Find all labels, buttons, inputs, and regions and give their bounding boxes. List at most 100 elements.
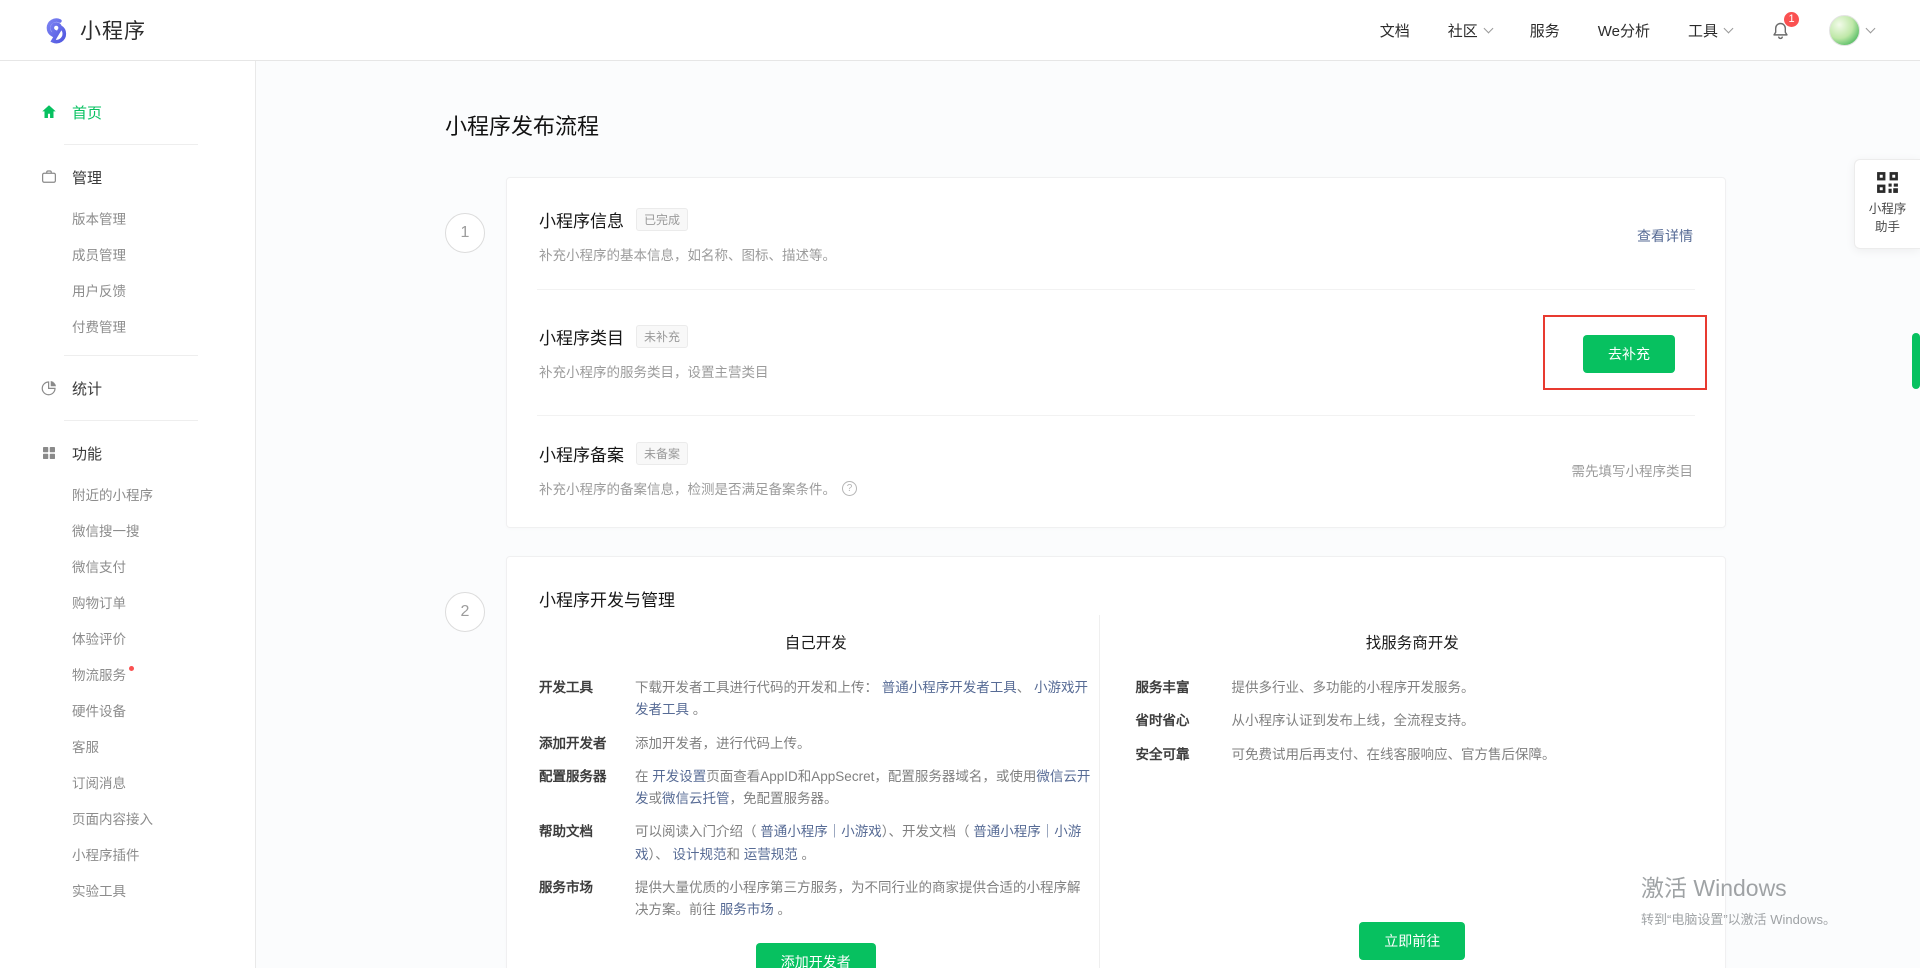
nav-service[interactable]: 服务 [1530,20,1560,41]
top-bar: 小程序 文档 社区 服务 We分析 工具 1 [0,0,1920,61]
provider-row-save-time: 省时省心 从小程序认证到发布上线，全流程支持。 [1136,710,1690,732]
dev-row-add-developer: 添加开发者 添加开发者，进行代码上传。 [539,733,1093,755]
account-menu[interactable] [1829,15,1874,46]
sidebar-item-manage[interactable]: 管理 [40,156,255,198]
fill-category-button[interactable]: 去补充 [1583,335,1675,373]
page-body: 首页 管理 版本管理 成员管理 用户反馈 付费管理 [0,61,1920,968]
sidebar-item-wechat-pay[interactable]: 微信支付 [40,548,255,584]
qr-code-icon [1875,170,1900,195]
dev-row-label: 开发工具 [539,677,635,722]
column-title: 找服务商开发 [1136,631,1690,653]
nav-tools-label: 工具 [1688,20,1718,41]
features-submenu: 附近的小程序 微信搜一搜 微信支付 购物订单 体验评价 物流服务 硬件设备 客服… [40,476,255,908]
step-number: 1 [445,213,485,253]
dev-row-text: 下载开发者工具进行代码的开发和上传： 普通小程序开发者工具、 小游戏开发者工具 … [635,677,1093,722]
divider [64,355,198,356]
dev-row-label: 服务丰富 [1136,677,1232,699]
inline-link[interactable]: 普通小程序 [760,824,828,839]
sidebar-item-shopping-orders[interactable]: 购物订单 [40,584,255,620]
notification-badge: 1 [1783,11,1800,28]
sidebar-item-hardware[interactable]: 硬件设备 [40,692,255,728]
sidebar-item-version[interactable]: 版本管理 [40,200,255,236]
status-badge: 未补充 [636,325,688,348]
miniprogram-logo[interactable]: 小程序 [38,14,146,47]
inline-link[interactable]: 开发设置 [652,769,706,784]
inline-link[interactable]: 服务市场 [720,902,774,917]
sidebar-item-nearby[interactable]: 附近的小程序 [40,476,255,512]
sidebar-item-wechat-search[interactable]: 微信搜一搜 [40,512,255,548]
self-develop-column: 自己开发 开发工具 下载开发者工具进行代码的开发和上传： 普通小程序开发者工具、… [537,615,1099,968]
dev-row-label: 省时省心 [1136,710,1232,732]
sidebar-item-features[interactable]: 功能 [40,432,255,474]
view-details-link[interactable]: 查看详情 [1637,226,1693,246]
sidebar-item-payment[interactable]: 付费管理 [40,308,255,344]
row-desc: 补充小程序的服务类目，设置主营类目 [539,361,769,381]
sidebar-item-label: 功能 [72,443,102,464]
nav-community[interactable]: 社区 [1448,20,1492,41]
inline-link[interactable]: 小游戏 [841,824,882,839]
inline-link[interactable]: 运营规范 [744,847,798,862]
dev-row-server-config: 配置服务器 在 开发设置页面查看AppID和AppSecret，配置服务器域名，… [539,766,1093,811]
notification-bell[interactable]: 1 [1770,20,1791,41]
inline-link[interactable]: ｜ [828,824,842,839]
pie-chart-icon [40,379,58,397]
sidebar-item-customer-service[interactable]: 客服 [40,728,255,764]
chevron-down-icon [1483,23,1493,33]
sidebar-item-label: 首页 [72,102,102,123]
go-now-button[interactable]: 立即前往 [1359,922,1465,960]
assistant-label-line2: 助手 [1859,219,1916,237]
column-title: 自己开发 [539,631,1093,653]
dev-row-text: 提供多行业、多功能的小程序开发服务。 [1232,677,1690,699]
dev-row-text: 可免费试用后再支付、在线客服响应、官方售后保障。 [1232,744,1690,766]
prerequisite-note: 需先填写小程序类目 [1572,460,1694,480]
status-badge: 已完成 [636,208,688,231]
sidebar-item-page-content[interactable]: 页面内容接入 [40,800,255,836]
nav-we-analysis-label: We分析 [1598,20,1650,41]
nav-docs[interactable]: 文档 [1380,20,1410,41]
annotation-highlight-box: 去补充 [1543,315,1707,390]
page-title: 小程序发布流程 [445,109,1870,141]
service-provider-column: 找服务商开发 服务丰富 提供多行业、多功能的小程序开发服务。 省时省心 从小程序… [1099,615,1696,968]
sidebar-item-plugin[interactable]: 小程序插件 [40,836,255,872]
dev-row-label: 服务市场 [539,877,635,922]
provider-row-rich-service: 服务丰富 提供多行业、多功能的小程序开发服务。 [1136,677,1690,699]
dev-manage-card: 小程序开发与管理 自己开发 开发工具 下载开发者工具进行代码的开发和上传： 普通… [506,556,1726,968]
inline-link[interactable]: 设计规范 [673,847,727,862]
nav-we-analysis[interactable]: We分析 [1598,20,1650,41]
nav-docs-label: 文档 [1380,20,1410,41]
sidebar-item-members[interactable]: 成员管理 [40,236,255,272]
row-desc: 补充小程序的备案信息，检测是否满足备案条件。 ? [539,478,857,498]
step-2: 2 小程序开发与管理 自己开发 开发工具 下载开发者工具进行代码的开发和上传： … [445,556,1870,968]
sidebar-item-experience-review[interactable]: 体验评价 [40,620,255,656]
process-row-registration: 小程序备案 未备案 补充小程序的备案信息，检测是否满足备案条件。 ? 需先填写小… [537,416,1695,523]
sidebar-item-subscribe-message[interactable]: 订阅消息 [40,764,255,800]
inline-link[interactable]: 普通小程序开发者工具 [882,680,1017,695]
process-row-category: 小程序类目 未补充 补充小程序的服务类目，设置主营类目 去补充 [537,290,1695,416]
status-badge: 未备案 [636,442,688,465]
inline-link[interactable]: ｜ [1041,824,1055,839]
scrollbar-thumb[interactable] [1912,333,1920,389]
inline-link[interactable]: 微信云托管 [662,791,730,806]
sidebar-item-logistics[interactable]: 物流服务 [40,656,255,692]
sidebar-item-lab-tools[interactable]: 实验工具 [40,872,255,908]
sidebar-item-label: 管理 [72,167,102,188]
divider [64,420,198,421]
logo-text: 小程序 [80,15,146,45]
inline-link[interactable]: 普通小程序 [973,824,1041,839]
avatar [1829,15,1860,46]
nav-tools[interactable]: 工具 [1688,20,1732,41]
sidebar-item-home[interactable]: 首页 [40,91,255,133]
dev-row-service-market: 服务市场 提供大量优质的小程序第三方服务，为不同行业的商家提供合适的小程序解决方… [539,877,1093,922]
card-title: 小程序开发与管理 [537,561,1695,615]
row-desc-text: 补充小程序的备案信息，检测是否满足备案条件。 [539,478,836,498]
sidebar-item-label: 统计 [72,378,102,399]
sidebar-item-label: 物流服务 [72,664,126,684]
help-icon[interactable]: ? [842,481,857,496]
sidebar-item-stats[interactable]: 统计 [40,367,255,409]
miniprogram-assistant-widget[interactable]: 小程序 助手 [1854,159,1920,249]
add-developer-button[interactable]: 添加开发者 [756,943,876,968]
dev-row-help-docs: 帮助文档 可以阅读入门介绍（ 普通小程序｜小游戏）、开发文档（ 普通小程序｜小游… [539,821,1093,866]
manage-submenu: 版本管理 成员管理 用户反馈 付费管理 [40,200,255,344]
sidebar-item-feedback[interactable]: 用户反馈 [40,272,255,308]
row-title: 小程序类目 [539,324,624,349]
